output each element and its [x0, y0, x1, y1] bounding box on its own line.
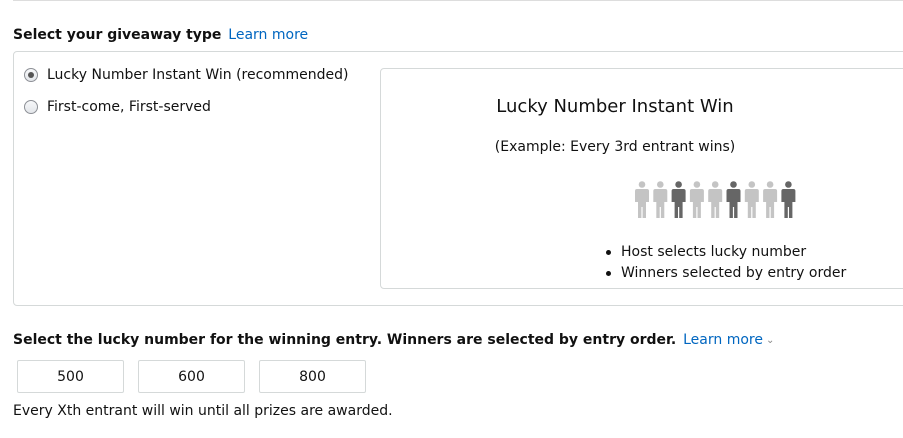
- lucky-number-heading: Select the lucky number for the winning …: [13, 332, 774, 348]
- bullet-item: Host selects lucky number: [603, 242, 846, 263]
- info-card-bullets: Host selects lucky number Winners select…: [603, 242, 846, 284]
- entrant-person-icon: [653, 181, 668, 218]
- entrant-person-icon: [708, 181, 723, 218]
- info-card-example: (Example: Every 3rd entrant wins): [494, 139, 736, 155]
- lucky-number-note: Every Xth entrant will win until all pri…: [13, 403, 393, 419]
- entrant-person-icon: [744, 181, 759, 218]
- top-divider: [13, 0, 903, 1]
- learn-more-label: Learn more: [683, 332, 763, 348]
- radio-first-come[interactable]: First-come, First-served: [24, 99, 211, 115]
- info-card-title: Lucky Number Instant Win: [496, 96, 734, 117]
- radio-unchecked-icon[interactable]: [24, 100, 38, 114]
- lucky-number-learn-more-link[interactable]: Learn more ⌄: [683, 332, 774, 348]
- bullet-item: Winners selected by entry order: [603, 263, 846, 284]
- giveaway-type-heading-text: Select your giveaway type: [13, 27, 222, 43]
- people-row-icon: [635, 181, 796, 218]
- winner-person-icon: [671, 181, 686, 218]
- lucky-number-heading-text: Select the lucky number for the winning …: [13, 332, 677, 348]
- giveaway-type-learn-more-link[interactable]: Learn more: [228, 27, 308, 43]
- lucky-number-option-800[interactable]: 800: [259, 360, 366, 393]
- winner-person-icon: [781, 181, 796, 218]
- entrant-person-icon: [689, 181, 704, 218]
- giveaway-type-heading: Select your giveaway type Learn more: [13, 27, 308, 43]
- radio-lucky-number-label: Lucky Number Instant Win (recommended): [47, 67, 349, 83]
- lucky-number-option-500[interactable]: 500: [17, 360, 124, 393]
- entrant-person-icon: [763, 181, 778, 218]
- radio-lucky-number[interactable]: Lucky Number Instant Win (recommended): [24, 67, 348, 83]
- winner-person-icon: [726, 181, 741, 218]
- lucky-number-option-600[interactable]: 600: [138, 360, 245, 393]
- chevron-down-icon: ⌄: [765, 335, 775, 346]
- radio-checked-icon[interactable]: [24, 68, 38, 82]
- radio-first-come-label: First-come, First-served: [47, 99, 211, 115]
- giveaway-type-info-card: Lucky Number Instant Win (Example: Every…: [380, 68, 903, 289]
- entrant-person-icon: [635, 181, 649, 218]
